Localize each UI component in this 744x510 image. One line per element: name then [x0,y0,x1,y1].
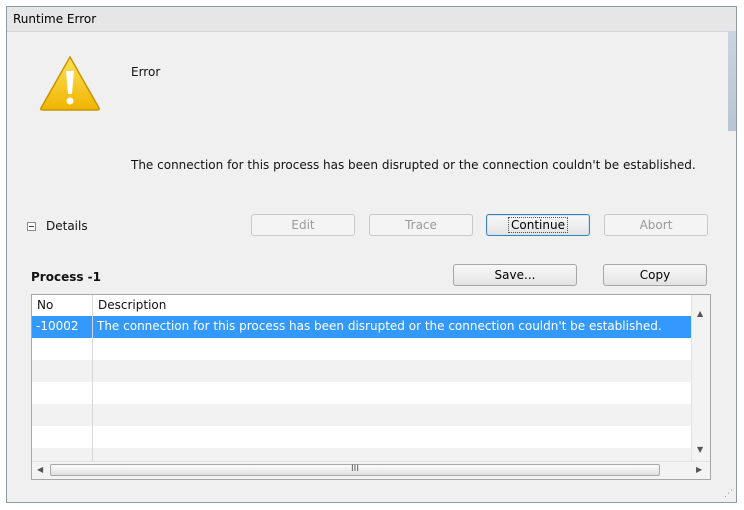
scroll-up-icon[interactable]: ▲ [697,309,703,318]
title-bar[interactable]: Runtime Error [7,7,736,32]
continue-button[interactable]: Continue [486,214,590,236]
horizontal-scroll-thumb[interactable]: III [50,464,660,476]
horizontal-scrollbar[interactable]: ◀ III ▶ [32,461,710,479]
edit-button-label: Edit [291,218,315,232]
scroll-down-icon[interactable]: ▼ [697,445,703,454]
table-row[interactable]: -10002 The connection for this process h… [32,316,692,338]
empty-row [32,360,692,382]
trace-button-label: Trace [405,218,437,232]
copy-button-label: Copy [639,268,671,282]
save-button[interactable]: Save... [453,264,577,286]
runtime-error-dialog: Runtime Error Error The connection for t… [6,6,737,503]
collapse-icon[interactable] [27,221,36,231]
continue-button-label: Continue [508,217,568,233]
window-frame-edge [728,31,736,131]
column-divider [92,295,93,463]
save-button-label: Save... [494,268,536,282]
vertical-scrollbar[interactable]: ▲ ▼ [691,295,710,463]
warning-icon [40,55,100,111]
empty-row [32,404,692,426]
details-toggle[interactable]: Details [27,219,88,233]
table-header: No Description [32,295,692,317]
error-table[interactable]: No Description -10002 The connection for… [31,294,711,480]
scroll-thumb-grip: III [351,464,359,474]
column-header-no[interactable]: No [37,298,53,312]
resize-grip-icon[interactable]: ⋰ [724,489,733,499]
window-title: Runtime Error [13,12,97,26]
edit-button[interactable]: Edit [251,214,355,236]
row-number: -10002 [36,319,79,333]
error-label: Error [131,65,161,79]
process-label: Process -1 [31,270,102,284]
empty-row [32,382,692,404]
scroll-left-icon[interactable]: ◀ [37,465,43,474]
abort-button[interactable]: Abort [604,214,708,236]
error-message: The connection for this process has been… [131,158,696,172]
column-header-description[interactable]: Description [98,298,166,312]
empty-row [32,338,692,360]
scroll-right-icon[interactable]: ▶ [696,465,702,474]
row-description: The connection for this process has been… [97,319,662,333]
copy-button[interactable]: Copy [603,264,707,286]
trace-button[interactable]: Trace [369,214,473,236]
abort-button-label: Abort [639,218,673,232]
details-label: Details [46,219,88,233]
empty-row [32,426,692,448]
